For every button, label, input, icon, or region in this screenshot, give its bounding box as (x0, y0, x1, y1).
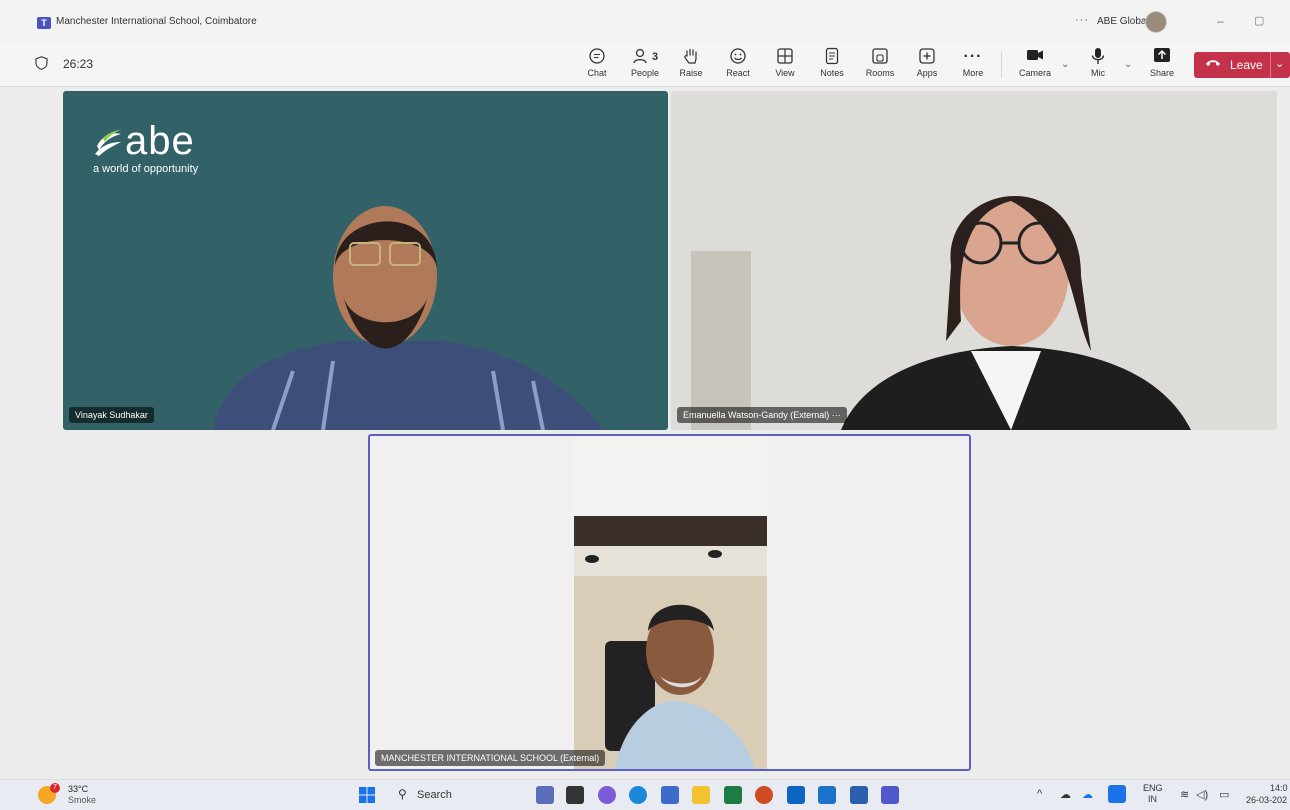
share-icon (1142, 47, 1182, 67)
chat-icon (577, 47, 617, 67)
people-button[interactable]: 3 People (625, 47, 665, 83)
mic-label: Mic (1091, 68, 1105, 78)
chevron-up-icon[interactable]: ^ (1037, 788, 1042, 800)
title-bar: T Manchester International School, Coimb… (0, 0, 1290, 44)
weather-badge: 7 (50, 783, 60, 793)
cloud-icon[interactable]: ☁ (1082, 788, 1093, 801)
rooms-label: Rooms (865, 68, 895, 78)
react-button[interactable]: React (718, 47, 758, 83)
excel-icon[interactable] (724, 786, 742, 804)
search-label: Search (417, 789, 452, 801)
language-indicator[interactable]: ENG (1143, 783, 1163, 793)
edge-icon[interactable] (629, 786, 647, 804)
camera-label: Camera (1018, 68, 1051, 78)
raise-label: Raise (679, 68, 703, 78)
microphone-tray-icon[interactable] (1108, 785, 1126, 803)
chat-label: Chat (587, 68, 607, 78)
smiley-icon (718, 47, 758, 67)
share-label: Share (1149, 68, 1175, 78)
hand-icon (671, 47, 711, 67)
more-options-icon[interactable]: ··· (1075, 14, 1089, 26)
meeting-timer: 26:23 (63, 57, 94, 71)
restore-button[interactable]: ▢ (1254, 14, 1264, 27)
mic-button[interactable]: Mic (1078, 47, 1118, 83)
people-icon: 3 (625, 47, 665, 67)
weather-temperature[interactable]: 33°C (68, 784, 88, 794)
camera-icon (1015, 47, 1055, 67)
notes-button[interactable]: Notes (812, 47, 852, 83)
task-view-icon[interactable] (536, 786, 554, 804)
clock-date[interactable]: 26-03-202 (1246, 795, 1287, 805)
apps-button[interactable]: Apps (907, 47, 947, 83)
store-icon[interactable] (661, 786, 679, 804)
leave-button[interactable]: Leave ⌄ (1194, 52, 1290, 78)
battery-icon[interactable]: ▭ (1219, 788, 1229, 801)
participant-name-label: Vinayak Sudhakar (69, 407, 154, 423)
windows-taskbar: 7 33°C Smoke ⚲ Search ^ ☁ ☁ ENG IN ≋ ◁) … (0, 779, 1290, 810)
toolbar-divider (1001, 52, 1002, 78)
copilot-icon[interactable] (598, 786, 616, 804)
linkedin-icon[interactable] (787, 786, 805, 804)
mic-options-chevron-down-icon[interactable]: ⌄ (1124, 59, 1132, 70)
phone-hangup-icon (1205, 57, 1221, 72)
weather-description[interactable]: Smoke (68, 795, 96, 805)
participant-name: Emanuella Watson-Gandy (External) (683, 410, 830, 420)
more-button[interactable]: ··· More (953, 47, 993, 83)
avatar[interactable] (1145, 11, 1167, 33)
taskbar-search[interactable]: ⚲ Search (390, 784, 500, 806)
plus-icon (907, 47, 947, 67)
teams-icon: T (37, 17, 51, 29)
share-button[interactable]: Share (1142, 47, 1182, 83)
volume-icon[interactable]: ◁) (1196, 788, 1208, 801)
people-count: 3 (651, 51, 659, 63)
leave-options-chevron-down-icon[interactable]: ⌄ (1275, 57, 1284, 70)
participant-video-manchester (574, 436, 767, 769)
file-explorer-icon[interactable] (692, 786, 710, 804)
chat-button[interactable]: Chat (577, 47, 617, 83)
teams-taskbar-icon[interactable] (881, 786, 899, 804)
view-button[interactable]: View (765, 47, 805, 83)
grid-icon (765, 47, 805, 67)
microphone-icon (1078, 47, 1118, 67)
shield-icon (35, 56, 48, 70)
video-tile-manchester[interactable]: MANCHESTER INTERNATIONAL SCHOOL (Externa… (368, 434, 971, 771)
ellipsis-icon: ··· (963, 48, 983, 65)
widgets-icon[interactable] (566, 786, 584, 804)
wifi-icon[interactable]: ≋ (1180, 788, 1189, 801)
minimize-button[interactable]: – (1217, 14, 1224, 28)
notes-icon (812, 47, 852, 67)
participant-name-label: Emanuella Watson-Gandy (External) ··· (677, 407, 847, 423)
people-label: People (630, 68, 660, 78)
onedrive-icon[interactable]: ☁ (1060, 788, 1071, 801)
outlook-icon[interactable] (818, 786, 836, 804)
video-tile-emanuella[interactable]: Emanuella Watson-Gandy (External) ··· (671, 91, 1277, 430)
react-label: React (726, 68, 750, 78)
camera-button[interactable]: Camera (1015, 47, 1055, 83)
participant-video-emanuella (671, 91, 1277, 430)
camera-options-chevron-down-icon[interactable]: ⌄ (1061, 59, 1069, 70)
participant-name-label: MANCHESTER INTERNATIONAL SCHOOL (Externa… (375, 750, 606, 766)
region-indicator[interactable]: IN (1148, 794, 1157, 804)
clock-time[interactable]: 14:0 (1270, 783, 1288, 793)
apps-label: Apps (916, 68, 938, 78)
leave-divider (1270, 52, 1271, 78)
windows-start-icon[interactable] (358, 786, 376, 804)
word-icon[interactable] (850, 786, 868, 804)
participant-video-vinayak (213, 206, 603, 430)
rooms-icon (860, 47, 900, 67)
powerpoint-icon[interactable] (755, 786, 773, 804)
search-icon: ⚲ (398, 787, 407, 801)
more-label: More (962, 68, 984, 78)
notes-label: Notes (820, 68, 844, 78)
leave-label: Leave (1230, 58, 1263, 72)
window-title: Manchester International School, Coimbat… (56, 16, 257, 27)
rooms-button[interactable]: Rooms (860, 47, 900, 83)
participant-more-icon[interactable]: ··· (832, 410, 841, 420)
raise-hand-button[interactable]: Raise (671, 47, 711, 83)
meeting-toolbar: 26:23 Chat 3 People Raise React View Not… (0, 44, 1290, 87)
view-label: View (775, 68, 795, 78)
video-tile-vinayak[interactable]: abe a world of opportunity Vinayak Sudha… (63, 91, 668, 430)
